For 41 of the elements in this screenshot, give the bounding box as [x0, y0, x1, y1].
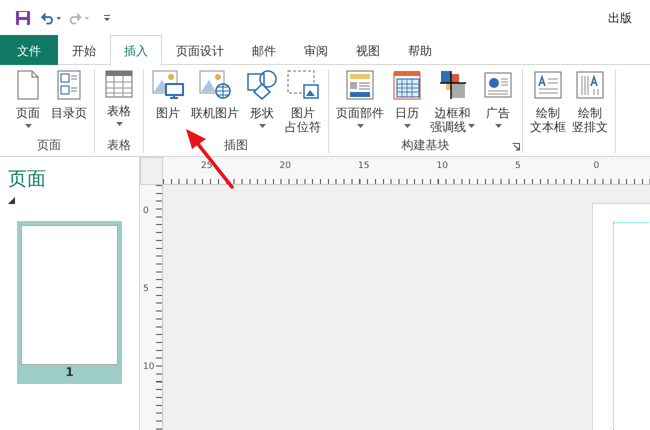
ribbon-group-label: 页面 [37, 137, 61, 153]
pane-title: 页面 [8, 167, 47, 191]
ribbon-tab[interactable]: 邮件 [238, 35, 290, 65]
ribbon-tab[interactable]: 审阅 [290, 35, 342, 65]
ruler-number: 15 [358, 161, 370, 171]
ruler-number: 0 [594, 161, 600, 171]
ruler-number: 20 [280, 161, 291, 171]
ribbon-group-label: 插图 [224, 137, 248, 153]
ribbon-button[interactable]: 联机图片 [188, 69, 242, 137]
ribbon-button[interactable]: 图片 [148, 69, 188, 137]
ruler-number: 5 [143, 284, 149, 294]
ribbon-group-label: 构建基块 [402, 137, 450, 153]
ribbon-group-label: 表格 [107, 137, 131, 153]
ribbon-button[interactable]: 绘制 文本框 [527, 69, 569, 153]
ribbon-tab[interactable]: 插入 [110, 35, 162, 66]
ribbon-button[interactable]: 日历 [387, 69, 427, 137]
window-title: 出版 [608, 10, 632, 27]
ruler-number: 0 [143, 206, 149, 216]
ribbon-tab[interactable]: 帮助 [394, 35, 446, 65]
collapse-triangle-icon[interactable] [8, 197, 15, 204]
ribbon-tab[interactable]: 开始 [58, 35, 110, 65]
ribbon-button[interactable]: 目录页 [48, 69, 90, 137]
ribbon-button[interactable]: 绘制 竖排文 [569, 69, 611, 153]
ruler-number: 25 [201, 161, 212, 171]
ribbon-button[interactable]: 广告 [478, 69, 518, 137]
ribbon-tab[interactable]: 视图 [342, 35, 394, 65]
ribbon-tab[interactable]: 页面设计 [162, 35, 238, 65]
page-thumbnail[interactable]: 1 [17, 221, 122, 384]
ribbon-button[interactable]: 表格 [99, 69, 139, 137]
page-number: 1 [64, 365, 75, 380]
ruler-number: 10 [143, 362, 154, 372]
ruler-number: 10 [436, 161, 448, 171]
ribbon-button[interactable]: 边框和 强调线 [427, 69, 478, 137]
shapes-icon [246, 70, 278, 103]
dialog-launcher-icon[interactable] [512, 143, 520, 151]
ribbon-button[interactable]: 页面 [8, 69, 48, 137]
ruler-number: 5 [515, 161, 521, 171]
file-tab[interactable]: 文件 [0, 35, 58, 65]
ribbon-button[interactable]: 页面部件 [333, 69, 387, 137]
ribbon-button[interactable]: 图片 占位符 [282, 69, 324, 137]
ribbon-button[interactable]: 形状 [242, 69, 282, 137]
